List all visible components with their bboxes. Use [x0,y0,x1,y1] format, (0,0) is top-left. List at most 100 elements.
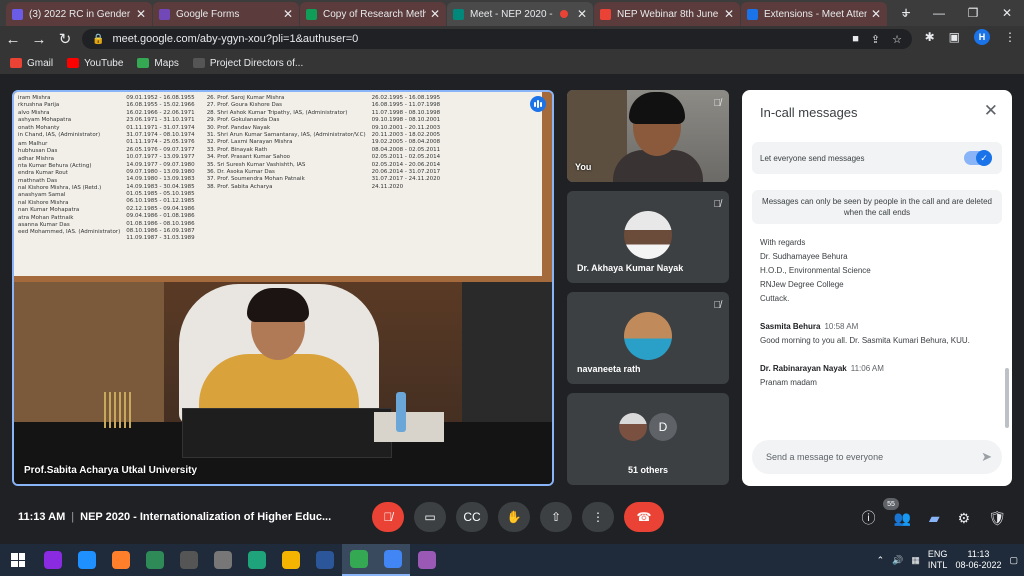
board-line: 37. Prof. Soumendra Mohan Patnaik [206,176,305,183]
word-taskbar-button[interactable] [308,544,342,576]
bookmark-icon [137,58,150,68]
board-line: 02.05.2014 - 20.06.2014 [371,161,441,168]
host-controls-icon[interactable]: 🛡 [988,510,1006,527]
board-line: 31.07.2017 - 24.11.2020 [371,176,441,183]
share-icon[interactable]: ⇪ [871,33,880,46]
tray-chevron-icon[interactable]: ⌃ [877,555,885,566]
close-window-button[interactable]: ✕ [990,6,1024,20]
bookmark-item[interactable]: YouTube [67,58,123,69]
browser-tab[interactable]: Meet - NEP 2020 - ✕ [447,2,593,26]
meet-side-controls: ⓘ 👥 ▰ ⚙ 🛡 [861,508,1006,528]
chrome-canary-taskbar-button[interactable] [410,544,444,576]
back-button[interactable]: ← [0,31,26,48]
more-options-button[interactable]: ⋮ [582,502,614,532]
self-view-tile[interactable]: 🎙̸ You [567,90,729,182]
raise-hand-button[interactable]: ✋ [498,502,530,532]
chat-message: With regards Dr. Sudhamayee Behura H.O.D.,… [760,236,994,306]
edge-taskbar-button[interactable] [240,544,274,576]
leave-call-button[interactable]: ☎ [624,502,664,532]
clock[interactable]: 11:13 08-06-2022 [955,549,1001,571]
lock-icon[interactable]: 🔒 [92,34,104,45]
printer-icon [214,551,232,569]
board-line: 14.09.1977 - 09.07.1980 [126,161,195,168]
bookmark-item[interactable]: Maps [137,58,179,69]
browser-tab[interactable]: NEP Webinar 8th June ✕ [594,2,740,26]
browser-tab[interactable]: Copy of Research Meth ✕ [300,2,446,26]
tab-close-icon[interactable]: ✕ [871,7,881,21]
mic-toggle-button[interactable]: 🎙̸ [372,502,404,532]
chrome-taskbar-button[interactable] [376,544,410,576]
volume-icon[interactable]: 🔊 [892,555,903,566]
bookmark-star-icon[interactable]: ☆ [892,33,902,46]
board-line: 29. Prof. Gokulananda Das [206,117,280,124]
forward-button[interactable]: → [26,31,52,48]
board-line: 27. Prof. Goura Kishore Das [206,102,283,109]
message-time: 10:58 AM [824,322,859,331]
tab-favicon-icon [12,8,23,20]
send-icon[interactable]: ➤ [981,449,992,465]
camera-icon[interactable]: ■ [852,33,859,45]
bookmark-item[interactable]: Project Directors of... [192,58,303,69]
calculator-taskbar-button[interactable] [172,544,206,576]
menu-icon[interactable]: ⋮ [1004,30,1016,44]
language-indicator[interactable]: ENG INTL [928,549,948,571]
message-text: RNJew Degree College [760,280,844,289]
reload-button[interactable]: ↻ [52,30,78,48]
chat-icon[interactable]: ▰ [929,510,940,527]
main-speaker-tile[interactable]: iram Mishra rkrushna Parija alvo Mishra ash… [12,90,554,486]
chrome-taskbar-button[interactable] [342,544,376,576]
notification-icon[interactable]: ▢ [1009,555,1018,566]
tab-favicon-icon [453,8,464,20]
extensions-icon[interactable]: ✱ [925,30,935,44]
browser-tab[interactable]: Google Forms ✕ [153,2,299,26]
present-button[interactable]: ⇧ [540,502,572,532]
winrar-taskbar-button[interactable] [36,544,70,576]
minimize-button[interactable]: — [922,6,956,20]
printer-taskbar-button[interactable] [206,544,240,576]
tab-close-icon[interactable]: ✕ [136,7,146,21]
tab-search-icon[interactable]: ⌄ [888,6,922,20]
board-line: ashyam Mohapatra [18,117,72,124]
recording-indicator-icon [559,10,568,18]
tab-close-icon[interactable]: ✕ [577,7,587,21]
avatar [624,312,672,360]
participant-tile[interactable]: 🎙̸ Dr. Akhaya Kumar Nayak [567,191,729,283]
toolbar-right: ✱ ▣ H ⋮ [925,29,1016,45]
bookmark-icon [10,58,22,68]
url-bar[interactable]: 🔒 meet.google.com/aby-ygyn-xou?pli=1&aut… [82,29,912,49]
store-taskbar-button[interactable] [138,544,172,576]
message-input[interactable]: Send a message to everyone ➤ [752,440,1002,474]
chat-scrollbar[interactable] [1005,368,1009,428]
bookmark-icon [67,58,80,68]
allow-messages-toggle[interactable]: ✓ [964,150,992,166]
chrome-taskbar-button[interactable] [274,544,308,576]
profile-avatar[interactable]: H [974,29,990,45]
tab-close-icon[interactable]: ✕ [724,7,734,21]
bookmark-item[interactable]: Gmail [10,58,53,69]
tab-close-icon[interactable]: ✕ [430,7,440,21]
network-icon[interactable]: ▦ [911,555,920,566]
start-button[interactable] [0,544,36,576]
side-panel-icon[interactable]: ▣ [949,30,960,44]
restore-button[interactable]: ❐ [956,6,990,20]
captions-button[interactable]: CC [456,502,488,532]
people-icon[interactable]: 👥 [893,510,910,527]
others-tile[interactable]: D 51 others [567,393,729,485]
wall-panel [14,282,164,422]
meeting-title: NEP 2020 - Internationalization of Highe… [80,511,332,523]
close-icon[interactable]: ✕ [984,101,998,121]
tab-close-icon[interactable]: ✕ [283,7,293,21]
mic-off-icon: 🎙̸ [713,199,722,210]
firefox-taskbar-button[interactable] [104,544,138,576]
board-line: nta Kumar Behura (Acting) [18,162,92,169]
activities-icon[interactable]: ⚙ [958,510,971,527]
browser-tab[interactable]: Extensions - Meet Atten ✕ [741,2,887,26]
ie-taskbar-button[interactable] [70,544,104,576]
browser-tab[interactable]: (3) 2022 RC in Gender St ✕ [6,2,152,26]
tab-favicon-icon [747,8,758,20]
board-line: 34. Prof. Prasant Kumar Sahoo [206,154,291,161]
info-icon[interactable]: ⓘ [861,508,875,528]
participant-tile[interactable]: 🎙̸ navaneeta rath [567,292,729,384]
camera-toggle-button[interactable]: ▭ [414,502,446,532]
board-line: nan Kumar Mohapatra [18,207,80,214]
